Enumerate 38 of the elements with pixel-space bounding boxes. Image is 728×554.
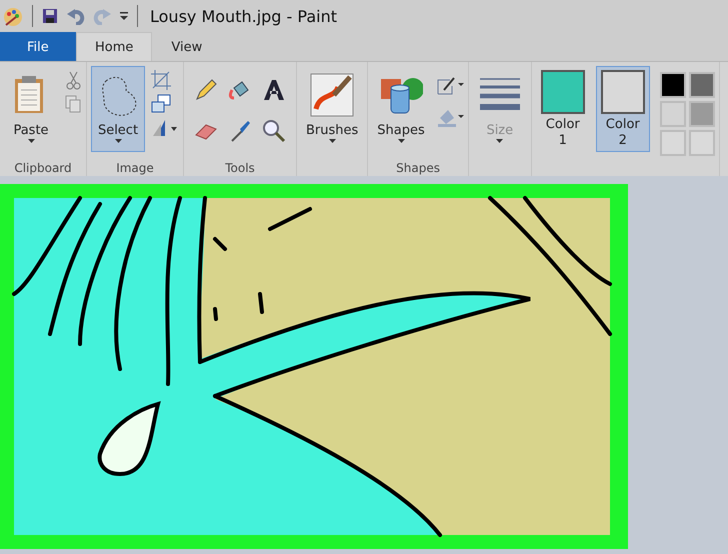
brush-icon	[310, 73, 354, 117]
rotate-icon[interactable]	[151, 118, 179, 138]
caret-icon	[398, 139, 405, 143]
select-button[interactable]: Select	[91, 66, 145, 152]
resize-icon[interactable]	[151, 94, 171, 114]
palette-color[interactable]	[660, 130, 686, 156]
color-button[interactable]: Color 2	[596, 66, 650, 152]
paste-button[interactable]: Paste	[4, 66, 58, 152]
ribbon-tab[interactable]: Home	[76, 32, 152, 61]
palette-color[interactable]	[688, 130, 715, 156]
caret-icon	[28, 139, 34, 143]
ribbon-tab[interactable]: View	[152, 32, 222, 61]
color-button[interactable]: Color 1	[536, 66, 590, 152]
brushes-button[interactable]: Brushes	[301, 66, 364, 152]
group-label: Image	[115, 161, 155, 176]
undo-icon[interactable]	[67, 7, 85, 25]
window-title: Lousy Mouth.jpg - Paint	[150, 6, 337, 26]
scissors-icon[interactable]	[64, 70, 82, 90]
save-icon[interactable]	[41, 7, 59, 25]
magnifier-icon[interactable]	[262, 118, 286, 142]
palette-color[interactable]	[688, 101, 715, 127]
paint-app-icon[interactable]	[2, 5, 24, 27]
file-menu[interactable]: File	[0, 32, 76, 61]
customize-menu-icon[interactable]	[119, 10, 129, 22]
caret-icon	[114, 139, 122, 143]
group-label: Shapes	[395, 161, 441, 176]
group-label: Clipboard	[13, 161, 73, 176]
crop-icon[interactable]	[151, 70, 171, 90]
palette-color[interactable]	[660, 101, 686, 127]
outline-icon[interactable]	[436, 76, 464, 96]
palette-color[interactable]	[660, 72, 686, 98]
group-label: Tools	[224, 161, 256, 176]
shapes-button[interactable]: Shapes	[372, 66, 430, 152]
caret-icon	[328, 139, 336, 143]
text-tool-icon[interactable]	[262, 78, 286, 102]
caret-icon	[496, 139, 504, 143]
palette-color[interactable]	[688, 72, 715, 98]
pencil-icon[interactable]	[194, 78, 218, 102]
